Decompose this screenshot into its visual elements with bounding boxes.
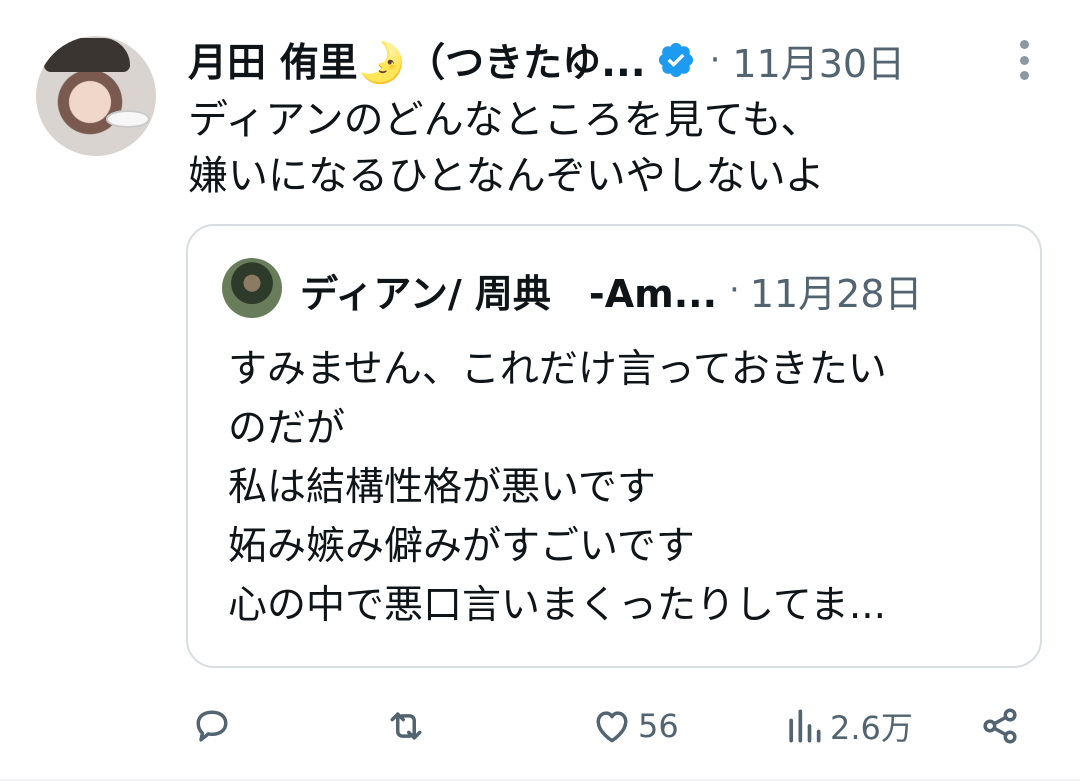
like-count: 56 bbox=[638, 707, 679, 745]
views-count: 2.6万 bbox=[830, 709, 913, 747]
quoted-avatar bbox=[222, 258, 282, 318]
quoted-text-line: 心の中で悪口言いまくったりしてま... bbox=[228, 583, 887, 628]
quoted-date: 11月28日 bbox=[749, 271, 923, 316]
tweet-text: ディアンのどんなところを見ても、 嫌いになるひとなんぞいやしないよ bbox=[188, 92, 1048, 204]
quoted-tweet[interactable]: ディアン/ 周典 -Am... · 11月28日 すみません、これだけ言っておき… bbox=[186, 224, 1042, 668]
views-bar-icon bbox=[789, 709, 821, 743]
share-icon bbox=[983, 708, 1017, 744]
share-button[interactable] bbox=[978, 698, 1022, 754]
more-dot bbox=[1019, 55, 1029, 65]
tweet-header: 月田 侑里🌛（つきたゆ... · 11月30日 bbox=[188, 34, 1040, 86]
like-button[interactable]: 56 bbox=[590, 698, 679, 754]
tweet-text-line: ディアンのどんなところを見ても、 bbox=[188, 97, 821, 143]
separator-dot: · bbox=[709, 40, 721, 80]
more-dot bbox=[1019, 71, 1029, 80]
quoted-author-name: ディアン/ 周典 -Am... bbox=[300, 271, 718, 316]
reply-icon bbox=[196, 710, 228, 742]
quoted-text-line: すみません、これだけ言っておきたい bbox=[228, 347, 887, 392]
tweet-text-line: 嫌いになるひとなんぞいやしないよ bbox=[188, 153, 825, 199]
tweet-date[interactable]: 11月30日 bbox=[732, 33, 905, 88]
more-vertical-icon bbox=[1019, 40, 1029, 49]
retweet-icon bbox=[390, 712, 422, 740]
reply-button[interactable] bbox=[190, 698, 234, 754]
verified-badge-icon bbox=[656, 40, 696, 80]
more-options-button[interactable] bbox=[1012, 40, 1036, 80]
quoted-text-line: 私は結構性格が悪いです bbox=[228, 465, 656, 510]
quoted-text: すみません、これだけ言っておきたい のだが 私は結構性格が悪いです 妬み嫉み僻み… bbox=[228, 340, 1018, 635]
quoted-text-line: 妬み嫉み僻みがすごいです bbox=[228, 524, 695, 569]
author-name[interactable]: 月田 侑里🌛（つきたゆ... bbox=[188, 32, 646, 88]
quoted-text-line: のだが bbox=[228, 406, 346, 451]
action-bar: 56 2.6万 bbox=[186, 698, 1026, 754]
retweet-button[interactable] bbox=[384, 698, 428, 754]
views-button[interactable]: 2.6万 bbox=[782, 698, 913, 754]
separator-dot: · bbox=[729, 270, 740, 310]
avatar[interactable] bbox=[36, 36, 156, 156]
quoted-header: ディアン/ 周典 -Am... · 11月28日 bbox=[300, 262, 923, 318]
heart-icon bbox=[596, 711, 628, 743]
